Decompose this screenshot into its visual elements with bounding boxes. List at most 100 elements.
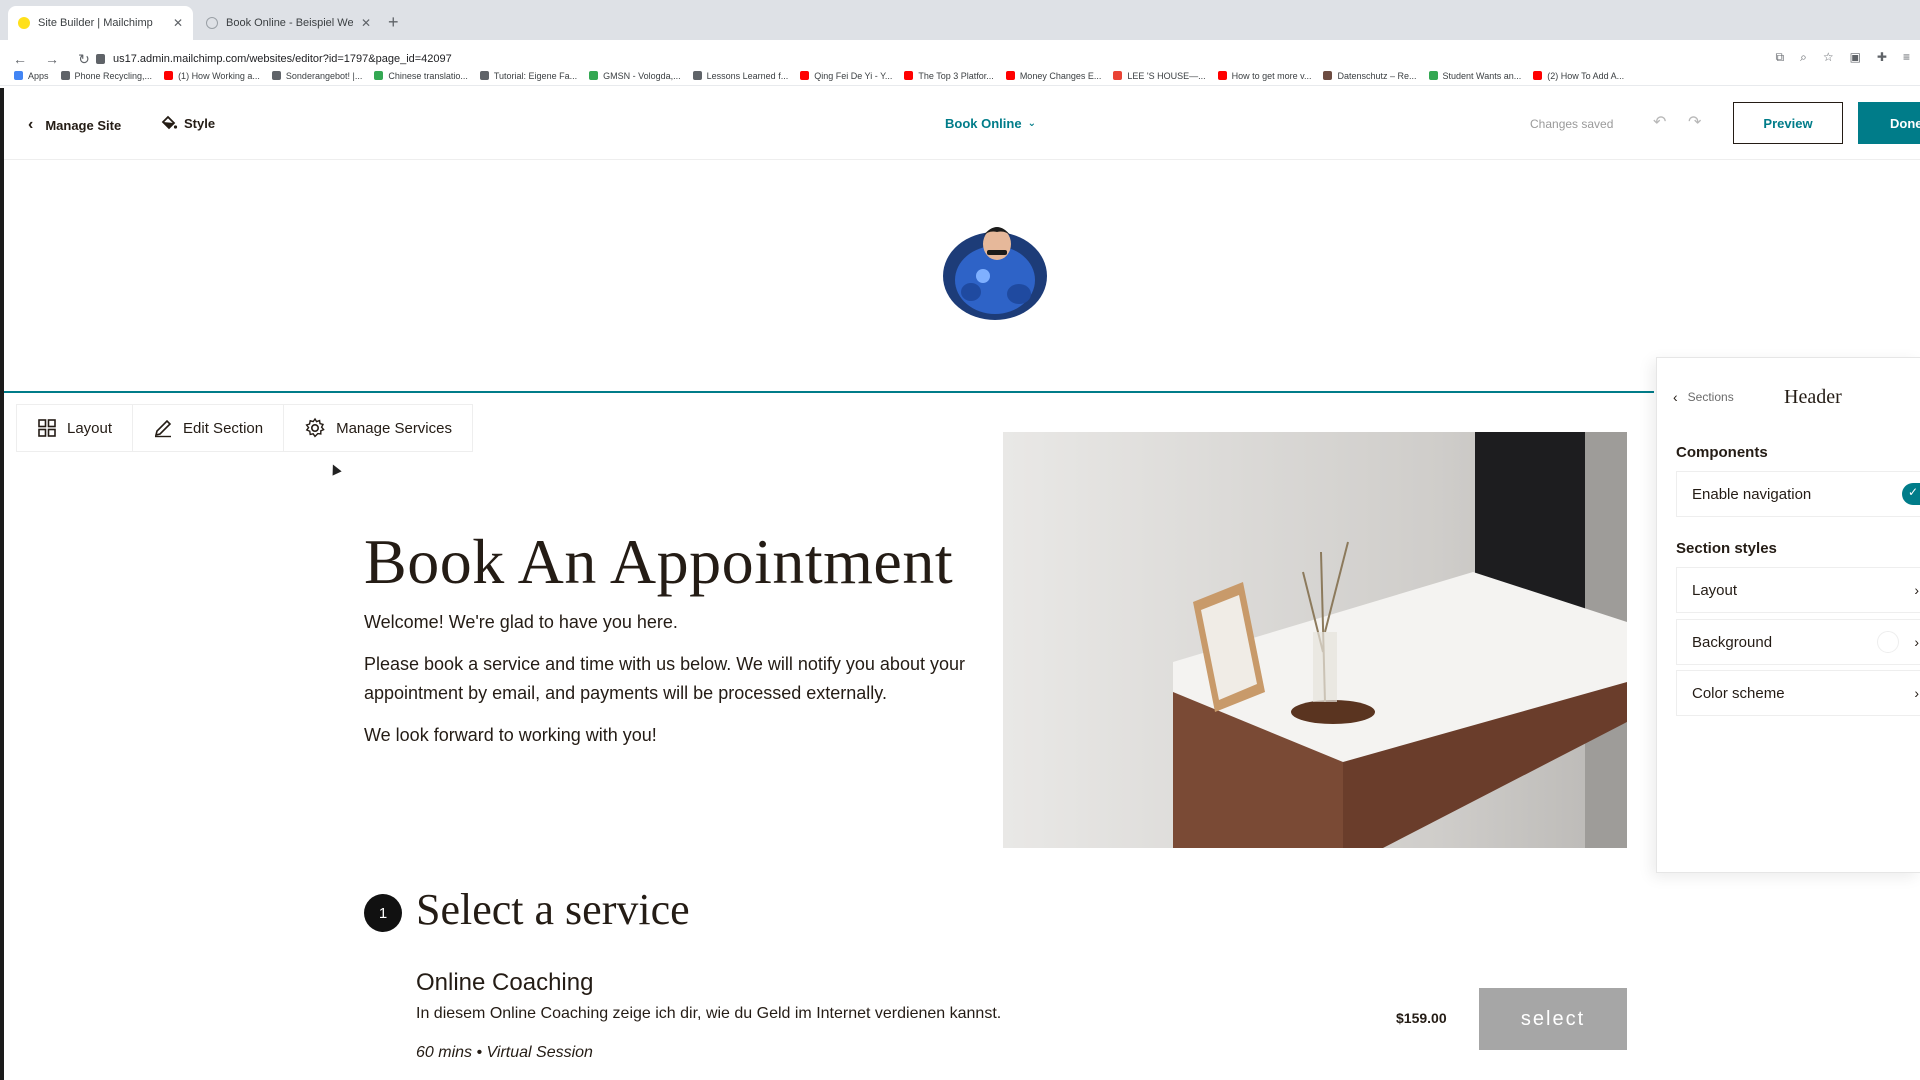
bookmark-label: The Top 3 Platfor... [918, 70, 994, 81]
section-settings-panel: ‹ Sections Header Components Enable navi… [1656, 357, 1920, 873]
layout-button[interactable]: Layout [17, 405, 134, 451]
chevron-right-icon: › [1914, 685, 1919, 701]
done-button[interactable]: Done [1858, 102, 1920, 144]
bookmark-item[interactable]: Lessons Learned f... [692, 71, 788, 81]
style-button[interactable]: Style [160, 114, 215, 132]
bookmark-item[interactable]: Phone Recycling,... [60, 71, 152, 81]
bookmark-favicon-icon [1428, 71, 1438, 80]
chevron-left-icon: ‹ [1673, 389, 1678, 405]
service-name[interactable]: Online Coaching [416, 969, 593, 997]
bookmark-item[interactable]: (2) How To Add A... [1533, 71, 1624, 81]
page-title[interactable]: Book An Appointment [364, 525, 953, 599]
bookmark-item[interactable]: Sonderangebot! |... [271, 71, 362, 81]
back-to-sections-button[interactable]: ‹ Sections [1673, 389, 1734, 405]
bookmark-favicon-icon [374, 71, 384, 80]
bookmark-label: Student Wants an... [1442, 70, 1522, 81]
chevron-left-icon: ‹ [28, 116, 34, 133]
services-heading[interactable]: Select a service [416, 884, 690, 935]
browser-tab[interactable]: Book Online - Beispiel Websei ✕ [196, 6, 381, 40]
style-label: Style [184, 115, 216, 131]
chevron-down-icon: ⌄ [1027, 118, 1036, 129]
mailchimp-favicon-icon [18, 17, 30, 29]
panel-title: Header [1784, 386, 1842, 408]
preview-button[interactable]: Preview [1733, 102, 1843, 144]
manage-services-label: Manage Services [336, 419, 452, 437]
bookmark-favicon-icon [1113, 71, 1123, 80]
bookmark-item[interactable]: The Top 3 Platfor... [904, 70, 994, 81]
page-name: Book Online [945, 116, 1022, 131]
layout-setting-row[interactable]: Layout › [1676, 567, 1920, 613]
edit-section-label: Edit Section [183, 419, 264, 437]
intro-text[interactable]: We look forward to working with you! [364, 721, 984, 750]
bookmark-item[interactable]: Money Changes E... [1005, 70, 1102, 81]
bookmark-favicon-icon [1217, 71, 1227, 80]
bookmark-label: Apps [28, 70, 49, 81]
chevron-right-icon: › [1914, 634, 1919, 650]
background-setting-label: Background [1692, 633, 1773, 651]
browser-tab-active[interactable]: Site Builder | Mailchimp ✕ [8, 6, 193, 40]
translate-icon[interactable]: ⧉ [1776, 50, 1785, 65]
bookmark-item[interactable]: GMSN - Vologda,... [589, 71, 681, 81]
extension-icon[interactable]: ▣ [1850, 50, 1861, 65]
service-price: $159.00 [1396, 1010, 1447, 1026]
bookmark-favicon-icon [271, 71, 281, 80]
intro-text[interactable]: Please book a service and time with us b… [364, 650, 984, 708]
layout-label: Layout [67, 419, 113, 437]
manage-site-button[interactable]: ‹ Manage Site [28, 116, 121, 134]
back-label: Sections [1687, 390, 1734, 404]
redo-icon[interactable]: ↷ [1688, 112, 1701, 132]
edit-section-button[interactable]: Edit Section [133, 405, 285, 451]
background-setting-row[interactable]: Background › [1676, 619, 1920, 665]
bookmark-favicon-icon [164, 71, 174, 80]
bookmark-favicon-icon [800, 71, 810, 80]
paint-bucket-icon [161, 115, 178, 130]
intro-text[interactable]: Welcome! We're glad to have you here. [364, 608, 984, 637]
url-text: us17.admin.mailchimp.com/websites/editor… [113, 53, 452, 65]
select-service-button[interactable]: select [1479, 988, 1627, 1050]
puzzle-icon[interactable]: ✚ [1877, 50, 1887, 65]
close-icon[interactable]: ✕ [361, 16, 371, 30]
site-logo[interactable] [935, 214, 1055, 324]
bookmark-favicon-icon [1323, 71, 1333, 80]
bookmark-label: Chinese translatio... [388, 70, 468, 81]
gear-icon [305, 417, 325, 438]
globe-favicon-icon [206, 17, 218, 29]
bookmark-item[interactable]: Tutorial: Eigene Fa... [479, 71, 577, 81]
bookmark-item[interactable]: LEE 'S HOUSE—... [1113, 71, 1206, 81]
bookmarks-bar: Apps Phone Recycling,... (1) How Working a… [0, 66, 1920, 86]
browser-tabbar: Site Builder | Mailchimp ✕ Book Online -… [0, 0, 1920, 40]
bookmark-item[interactable]: How to get more v... [1217, 71, 1311, 81]
bookmark-item[interactable]: Datenschutz – Re... [1323, 71, 1417, 81]
save-status: Changes saved [1530, 117, 1614, 131]
enable-navigation-toggle[interactable]: ✓ [1902, 483, 1920, 505]
reload-icon[interactable]: ↻ [72, 51, 96, 68]
menu-icon[interactable]: ≡ [1903, 50, 1910, 65]
undo-icon[interactable]: ↶ [1653, 112, 1666, 132]
close-icon[interactable]: ✕ [173, 16, 183, 30]
new-tab-icon[interactable]: + [388, 12, 399, 33]
background-color-swatch[interactable] [1877, 631, 1899, 653]
check-icon: ✓ [1908, 485, 1919, 499]
bookmark-label: (1) How Working a... [178, 70, 260, 81]
forward-arrow-icon[interactable]: → [40, 51, 64, 67]
star-icon[interactable]: ☆ [1823, 50, 1834, 65]
color-scheme-setting-row[interactable]: Color scheme › [1676, 670, 1920, 716]
bookmark-item[interactable]: Qing Fei De Yi - Y... [800, 71, 892, 81]
bookmark-item[interactable]: Apps [14, 71, 49, 81]
page-selector-dropdown[interactable]: Book Online ⌄ [945, 116, 1036, 131]
zoom-icon[interactable]: ⌕ [1800, 50, 1807, 65]
bookmark-label: Qing Fei De Yi - Y... [814, 70, 893, 81]
bookmark-item[interactable]: Student Wants an... [1428, 70, 1522, 81]
service-description[interactable]: In diesem Online Coaching zeige ich dir,… [416, 1005, 1001, 1023]
bookmark-item[interactable]: Chinese translatio... [374, 71, 468, 81]
back-arrow-icon[interactable]: ← [8, 51, 32, 67]
pencil-icon [154, 419, 172, 438]
bookmark-label: Money Changes E... [1019, 70, 1102, 81]
bookmark-item[interactable]: (1) How Working a... [164, 71, 260, 81]
bookmark-favicon-icon [60, 71, 70, 80]
section-styles-heading: Section styles [1676, 540, 1777, 557]
tab-title: Book Online - Beispiel Websei [226, 17, 353, 29]
hero-image[interactable] [1003, 432, 1627, 848]
enable-navigation-label: Enable navigation [1692, 485, 1812, 503]
manage-services-button[interactable]: Manage Services [284, 405, 472, 451]
